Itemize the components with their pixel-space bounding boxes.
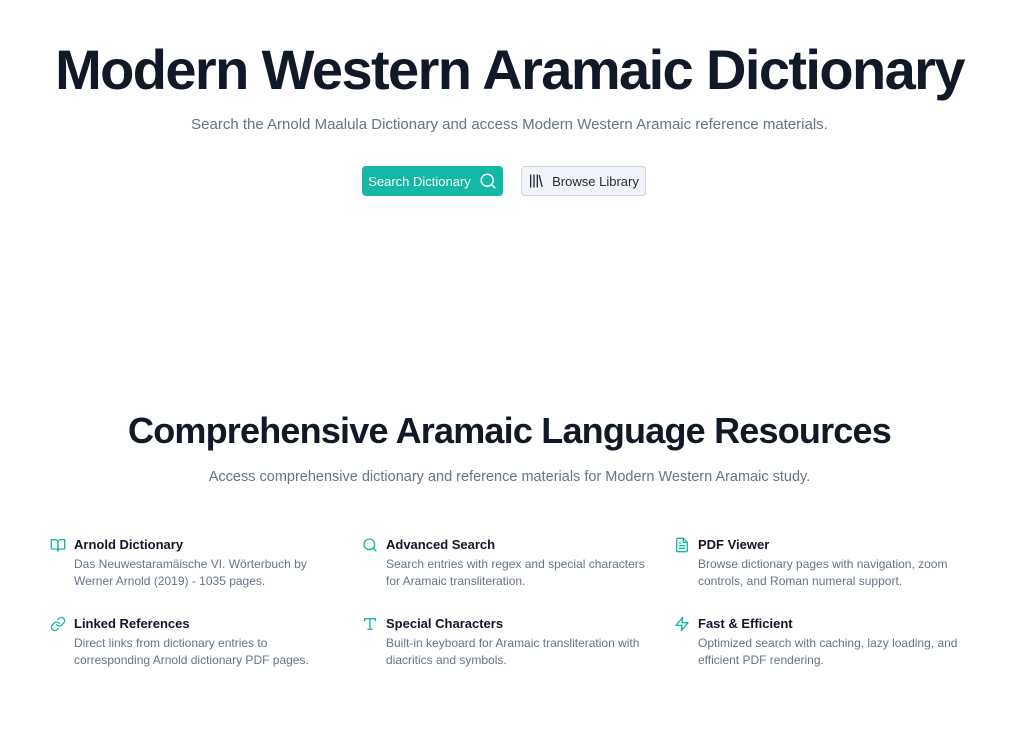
browse-library-label: Browse Library — [552, 173, 639, 189]
type-icon — [362, 616, 378, 632]
library-icon — [528, 173, 544, 189]
feature-description: Browse dictionary pages with navigation,… — [698, 557, 948, 588]
search-icon — [362, 537, 378, 553]
feature-title: PDF Viewer — [698, 537, 770, 552]
resources-subtitle: Access comprehensive dictionary and refe… — [208, 469, 811, 485]
feature-description: Search entries with regex and special ch… — [386, 557, 645, 588]
feature-description: Direct links from dictionary entries to … — [74, 636, 309, 667]
feature-description: Optimized search with caching, lazy load… — [698, 636, 958, 667]
feature-title: Arnold Dictionary — [74, 537, 184, 552]
search-dictionary-label: Search Dictionary — [368, 173, 471, 189]
feature-description: Das Neuwestaramäische VI. Wörterbuch by … — [74, 557, 307, 588]
feature-title: Fast & Efficient — [698, 616, 793, 631]
browse-library-button[interactable]: Browse Library — [521, 166, 646, 196]
feature-title: Advanced Search — [386, 537, 496, 552]
search-icon — [479, 172, 497, 190]
page-title: Modern Western Aramaic Dictionary — [55, 38, 965, 101]
feature-title: Linked References — [74, 616, 190, 631]
link-icon — [50, 616, 66, 632]
search-dictionary-button[interactable]: Search Dictionary — [362, 166, 503, 196]
page-subtitle: Search the Arnold Maalula Dictionary and… — [191, 116, 828, 133]
zap-icon — [674, 616, 690, 632]
hero-actions: Search Dictionary Browse Library — [0, 166, 1019, 196]
file-text-icon — [674, 537, 690, 553]
resources-title: Comprehensive Aramaic Language Resources — [128, 410, 892, 451]
feature-title: Special Characters — [386, 616, 504, 631]
feature-description: Built-in keyboard for Aramaic transliter… — [386, 636, 640, 667]
book-open-icon — [50, 537, 66, 553]
